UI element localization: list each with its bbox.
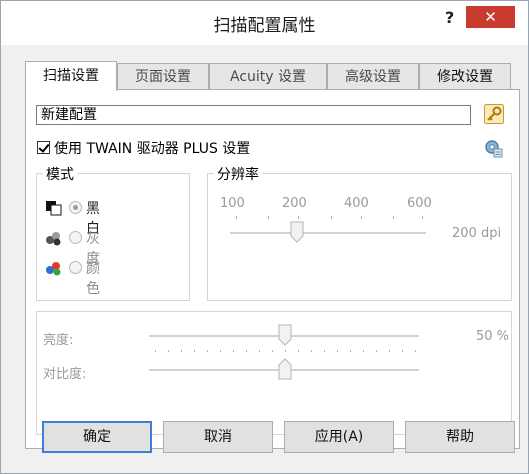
config-name-field[interactable]: 新建配置 [36,105,471,125]
slider-tick [246,350,247,352]
slider-tick [376,350,377,352]
slider-tick [415,350,416,352]
resolution-tick [393,216,394,219]
resolution-tick [236,216,237,219]
slider-tick [350,350,351,352]
use-twain-label: 使用 TWAIN 驱动器 PLUS 设置 [54,141,251,157]
slider-tick [168,350,169,352]
mode-group-label: 模式 [43,164,77,184]
dialog-body: 扫描设置 页面设置 Acuity 设置 高级设置 修改设置 新建配置 使用 TW… [13,45,520,465]
slider-tick [311,350,312,352]
radio-bw[interactable] [69,201,82,214]
slider-tick [337,350,338,352]
help-question-button[interactable]: ? [445,8,454,27]
resolution-tick [331,216,332,219]
ok-button[interactable]: 确定 [42,421,152,453]
tab-acuity-settings[interactable]: Acuity 设置 [209,63,327,90]
radio-color[interactable] [69,261,82,274]
mode-color-label: 颜色 [86,261,100,297]
resolution-tick [361,216,362,219]
slider-tick [155,350,156,352]
resolution-tick [298,216,299,219]
slider-tick [389,350,390,352]
black-white-icon [46,201,62,216]
resolution-group-label: 分辨率 [214,164,262,184]
resolution-tick [268,216,269,219]
radio-gray[interactable] [69,231,82,244]
slider-tick [181,350,182,352]
slider-tick [259,350,260,352]
resolution-group: 分辨率 100 200 400 600 200 dpi [207,164,512,301]
resolution-tick [422,216,423,219]
brightness-slider-thumb[interactable] [278,324,292,346]
slider-tick [285,350,286,352]
brightness-value: 50 % [476,329,510,344]
slider-tick [233,350,234,352]
gear-icon[interactable] [484,138,504,158]
close-button[interactable]: ✕ [466,6,515,28]
resolution-slider-thumb[interactable] [290,221,304,243]
slider-tick [220,350,221,352]
tab-scan-settings[interactable]: 扫描设置 [25,61,117,91]
tab-page-settings[interactable]: 页面设置 [117,63,209,90]
slider-tick [272,350,273,352]
color-icon [46,262,61,276]
slider-tick [402,350,403,352]
resolution-tick-label: 100 [220,196,245,211]
brightness-contrast-group: 亮度: 50 % 对比度: [36,311,512,435]
slider-tick [363,350,364,352]
use-twain-checkbox-row[interactable]: 使用 TWAIN 驱动器 PLUS 设置 [37,138,250,158]
apply-button[interactable]: 应用(A) [284,421,394,453]
grayscale-icon [46,232,61,246]
brightness-label: 亮度: [43,333,74,348]
slider-tick [207,350,208,352]
resolution-tick-label: 400 [344,196,369,211]
contrast-slider-thumb[interactable] [278,358,292,380]
scan-settings-panel: 新建配置 使用 TWAIN 驱动器 PLUS 设置 模式 黑白 灰度 颜色 分辨… [25,89,520,449]
contrast-label: 对比度: [43,367,87,382]
resolution-value: 200 dpi [452,226,502,241]
resolution-tick-label: 600 [407,196,432,211]
slider-tick [324,350,325,352]
mode-group: 模式 黑白 灰度 颜色 [36,164,190,301]
tab-modify-settings[interactable]: 修改设置 [419,63,511,90]
resolution-tick-label: 200 [282,196,307,211]
title-bar[interactable]: 扫描配置属性 ? ✕ [1,1,528,45]
dialog-window: 扫描配置属性 ? ✕ 扫描设置 页面设置 Acuity 设置 高级设置 修改设置… [0,0,529,474]
slider-tick [298,350,299,352]
cancel-button[interactable]: 取消 [163,421,273,453]
slider-tick [194,350,195,352]
use-twain-checkbox[interactable] [37,141,50,154]
resolution-slider-track[interactable] [230,232,426,234]
key-icon[interactable] [484,104,504,124]
tab-advanced-settings[interactable]: 高级设置 [327,63,419,90]
close-icon: ✕ [484,8,497,26]
help-button[interactable]: 帮助 [405,421,515,453]
